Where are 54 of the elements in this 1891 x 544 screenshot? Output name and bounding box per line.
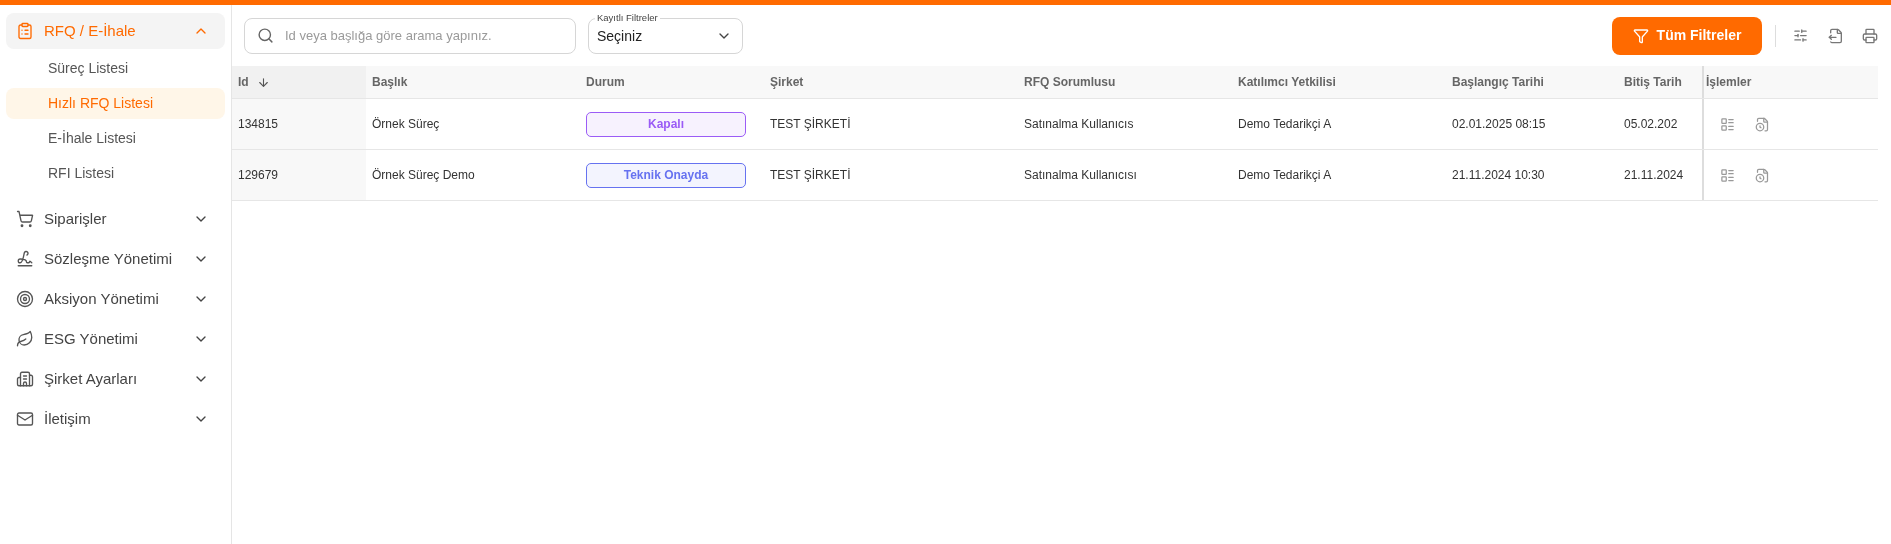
leaf-icon (16, 330, 34, 348)
settings-icon[interactable] (1793, 28, 1808, 43)
status-badge: Teknik Onayda (586, 162, 746, 188)
column-header[interactable]: Başlık (366, 66, 580, 98)
submenu-item[interactable]: Süreç Listesi (6, 53, 225, 84)
sidebar-menu-item[interactable]: ESG Yönetimi (6, 321, 225, 357)
print-icon[interactable] (1862, 27, 1878, 44)
column-header[interactable]: Bitiş Tarih (1618, 66, 1702, 98)
column-header[interactable]: İşlemler (1702, 66, 1878, 98)
column-header[interactable]: Id (232, 66, 366, 98)
table-cell-text: Demo Tedarikçi A (1238, 167, 1332, 184)
table-cell-text: TEST ŞİRKETİ (770, 167, 851, 184)
mail-icon (16, 410, 34, 428)
sidebar-menu-item[interactable]: Aksiyon Yönetimi (6, 281, 225, 317)
field-label: Kayıtlı Filtreler (595, 11, 660, 24)
table-cell-text: TEST ŞİRKETİ (770, 116, 851, 133)
column-header[interactable]: RFQ Sorumlusu (1018, 66, 1232, 98)
table-cell-text: Satınalma Kullanıcıs (1024, 116, 1134, 133)
table-cell-text: 21.11.2024 (1624, 167, 1684, 184)
search-field[interactable]: Id veya başlığa göre arama yapınız. (244, 17, 576, 54)
sidebar-menu-item[interactable]: Siparişler (6, 201, 225, 237)
signature-icon (16, 250, 34, 268)
cart-icon (16, 210, 34, 228)
column-header[interactable]: Durum (580, 66, 764, 98)
column-header[interactable]: Şirket (764, 66, 1018, 98)
all-filters-button[interactable]: Tüm Filtreler (1612, 16, 1762, 55)
table-cell-text: 02.01.2025 08:15 (1452, 116, 1546, 133)
table-cell-text: Örnek Süreç Demo (372, 167, 475, 184)
table-cell-text: Satınalma Kullanıcısı (1024, 167, 1137, 184)
search-icon (257, 26, 274, 44)
sort-arrow-icon (256, 75, 270, 89)
filter-icon (1632, 27, 1649, 44)
sidebar-menu-item[interactable]: Sözleşme Yönetimi (6, 241, 225, 277)
history-icon[interactable] (1755, 116, 1770, 132)
table-cell-text: 05.02.202 (1624, 116, 1678, 133)
column-header[interactable]: Başlangıç Tarihi (1446, 66, 1618, 98)
details-icon[interactable] (1720, 116, 1735, 132)
sidebar-menu-item[interactable]: Şirket Ayarları (6, 361, 225, 397)
table-cell-text: Demo Tedarikçi A (1238, 116, 1332, 133)
sidebar-menu-item[interactable]: İletişim (6, 401, 225, 437)
details-icon[interactable] (1720, 167, 1735, 183)
export-icon[interactable] (1828, 27, 1844, 44)
building-icon (16, 370, 34, 388)
clipboard-icon (16, 22, 34, 40)
table-cell-text: 129679 (238, 167, 279, 184)
target-icon (16, 290, 34, 308)
status-badge: Kapalı (586, 111, 746, 137)
submenu-item[interactable]: E-İhale Listesi (6, 123, 225, 154)
table-cell-text: 134815 (238, 116, 279, 133)
table-cell-text: Örnek Süreç (372, 116, 440, 133)
history-icon[interactable] (1755, 167, 1770, 183)
table-cell-text: 21.11.2024 10:30 (1452, 167, 1545, 184)
submenu-item[interactable]: RFI Listesi (6, 158, 225, 189)
column-header[interactable]: Katılımcı Yetkilisi (1232, 66, 1446, 98)
